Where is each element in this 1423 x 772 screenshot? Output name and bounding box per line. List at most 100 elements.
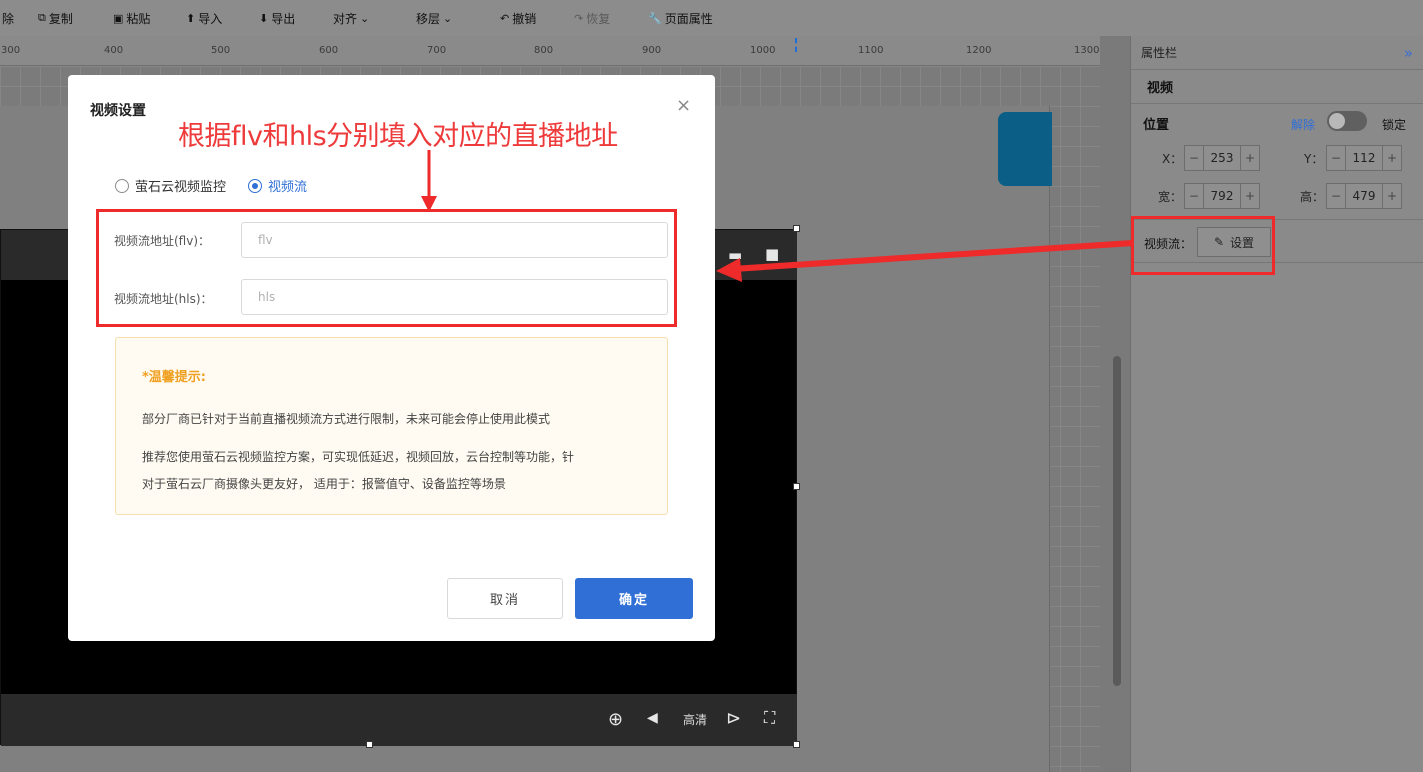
- ruler-label: 1100: [858, 45, 884, 56]
- export-button[interactable]: ⬇ 导出: [259, 9, 295, 27]
- undo-button[interactable]: ↶ 撤销: [500, 9, 536, 27]
- playback-icon[interactable]: ⊳: [726, 708, 741, 729]
- export-label: 导出: [271, 11, 296, 26]
- lock-toggle[interactable]: [1327, 111, 1367, 131]
- copy-button[interactable]: ⧉ 复制: [38, 9, 73, 27]
- tip-text: 对于萤石云厂商摄像头更友好， 适用于：报警值守、设备监控等场景: [142, 477, 506, 491]
- record-icon[interactable]: ■: [765, 245, 779, 263]
- radio-stream[interactable]: 视频流: [248, 176, 307, 195]
- fullscreen-icon[interactable]: ⛶: [764, 708, 775, 728]
- width-value[interactable]: 792: [1203, 184, 1241, 208]
- import-button[interactable]: ⬆ 导入: [186, 9, 222, 27]
- ruler-label: 300: [1, 45, 21, 56]
- width-field: 宽： −792 +: [1158, 183, 1260, 209]
- plus-icon[interactable]: +: [1383, 184, 1401, 208]
- page-properties-button[interactable]: 🔧 页面属性: [648, 9, 713, 27]
- volume-icon[interactable]: ◀: [647, 710, 658, 726]
- paste-button[interactable]: ▣ 粘贴: [113, 9, 150, 27]
- height-stepper[interactable]: −479 +: [1326, 183, 1402, 209]
- camera-icon[interactable]: ▬: [728, 246, 742, 264]
- height-field: 高： −479 +: [1300, 183, 1402, 209]
- ruler-label: 1000: [750, 45, 776, 56]
- resize-handle[interactable]: [366, 741, 373, 748]
- import-label: 导入: [198, 11, 223, 26]
- layer-dropdown[interactable]: 移层 ⌄: [416, 9, 452, 27]
- ruler-label: 400: [104, 45, 124, 56]
- minus-icon[interactable]: −: [1185, 146, 1203, 170]
- page-properties-label: 页面属性: [664, 11, 713, 26]
- ruler-label: 600: [319, 45, 339, 56]
- export-icon: ⬇: [259, 11, 269, 25]
- width-stepper[interactable]: −792 +: [1184, 183, 1260, 209]
- ruler-label: 500: [211, 45, 231, 56]
- minus-icon[interactable]: −: [1185, 184, 1203, 208]
- copy-label: 复制: [48, 11, 73, 26]
- y-label: Y：: [1304, 151, 1324, 166]
- y-field: Y： −112 +: [1304, 145, 1402, 171]
- redo-button[interactable]: ↷ 恢复: [574, 9, 610, 27]
- component-name: 视频: [1131, 70, 1423, 104]
- wrench-icon: 🔧: [648, 11, 662, 25]
- position-label: 位置: [1143, 118, 1170, 133]
- ruler-position-marker: [795, 38, 797, 52]
- radio-circle-icon: [115, 178, 129, 193]
- confirm-button[interactable]: 确定: [575, 578, 693, 619]
- quality-toggle[interactable]: 高清: [683, 711, 707, 728]
- annotation-box-settings: [1131, 216, 1275, 275]
- radio-ezviz[interactable]: 萤石云视频监控: [115, 176, 226, 195]
- y-stepper[interactable]: −112 +: [1326, 145, 1402, 171]
- ruler-label: 800: [534, 45, 554, 56]
- delete-button[interactable]: 除: [2, 9, 14, 27]
- panel-header: 属性栏 »: [1131, 36, 1423, 70]
- align-dropdown[interactable]: 对齐 ⌄: [333, 9, 369, 27]
- ruler-label: 700: [427, 45, 447, 56]
- collapse-icon[interactable]: »: [1404, 44, 1413, 62]
- redo-label: 恢复: [586, 11, 611, 26]
- minus-icon[interactable]: −: [1327, 146, 1345, 170]
- height-label: 高：: [1300, 189, 1325, 204]
- y-value[interactable]: 112: [1345, 146, 1383, 170]
- plus-icon[interactable]: +: [1241, 146, 1259, 170]
- undo-icon: ↶: [500, 11, 510, 25]
- minus-icon[interactable]: −: [1327, 184, 1345, 208]
- ruler-label: 900: [642, 45, 662, 56]
- height-value[interactable]: 479: [1345, 184, 1383, 208]
- lock-label: 锁定: [1382, 118, 1407, 132]
- width-label: 宽：: [1158, 189, 1183, 204]
- radio-stream-label: 视频流: [268, 180, 308, 195]
- tip-box: *温馨提示: 部分厂商已针对于当前直播视频流方式进行限制，未来可能会停止使用此模…: [115, 337, 668, 515]
- dialog-title: 视频设置: [90, 103, 146, 119]
- resize-handle[interactable]: [793, 741, 800, 748]
- chevron-down-icon: ⌄: [360, 11, 370, 25]
- ptz-control-icon[interactable]: ⊕: [608, 709, 623, 730]
- plus-icon[interactable]: +: [1383, 146, 1401, 170]
- delete-label: 除: [2, 11, 15, 26]
- source-type-radio-group: 萤石云视频监控 视频流: [115, 176, 307, 195]
- layer-label: 移层: [416, 11, 441, 26]
- paste-icon: ▣: [113, 11, 124, 25]
- annotation-text: 根据flv和hls分别填入对应的直播地址: [178, 121, 618, 152]
- panel-title: 属性栏: [1141, 46, 1178, 60]
- radio-checked-icon: [248, 178, 263, 193]
- close-icon[interactable]: ×: [676, 95, 691, 116]
- align-label: 对齐: [333, 11, 358, 26]
- chevron-down-icon: ⌄: [443, 11, 453, 25]
- paste-label: 粘贴: [126, 11, 151, 26]
- video-control-bar: [1, 694, 797, 746]
- ruler-label: 1300: [1074, 45, 1100, 56]
- unlock-label: 解除: [1291, 118, 1316, 132]
- x-field: X： −253 +: [1162, 145, 1260, 171]
- cancel-button[interactable]: 取消: [447, 578, 563, 619]
- video-settings-dialog: 视频设置 × 萤石云视频监控 视频流 视频流地址(flv)： 视频流地址(hls…: [68, 75, 715, 641]
- canvas-scrollbar[interactable]: [1113, 356, 1121, 686]
- horizontal-ruler: 300 400 500 600 700 800 900 1000 1100 12…: [0, 36, 1100, 66]
- resize-handle[interactable]: [793, 225, 800, 232]
- x-label: X：: [1162, 151, 1183, 166]
- x-value[interactable]: 253: [1203, 146, 1241, 170]
- plus-icon[interactable]: +: [1241, 184, 1259, 208]
- toolbar: 除 ⧉ 复制 ▣ 粘贴 ⬆ 导入 ⬇ 导出 对齐 ⌄ 移层 ⌄ ↶ 撤销 ↷ 恢复 🔧 页面属性: [0, 0, 1423, 36]
- x-stepper[interactable]: −253 +: [1184, 145, 1260, 171]
- blue-component[interactable]: [998, 112, 1052, 186]
- import-icon: ⬆: [186, 11, 196, 25]
- resize-handle[interactable]: [793, 483, 800, 490]
